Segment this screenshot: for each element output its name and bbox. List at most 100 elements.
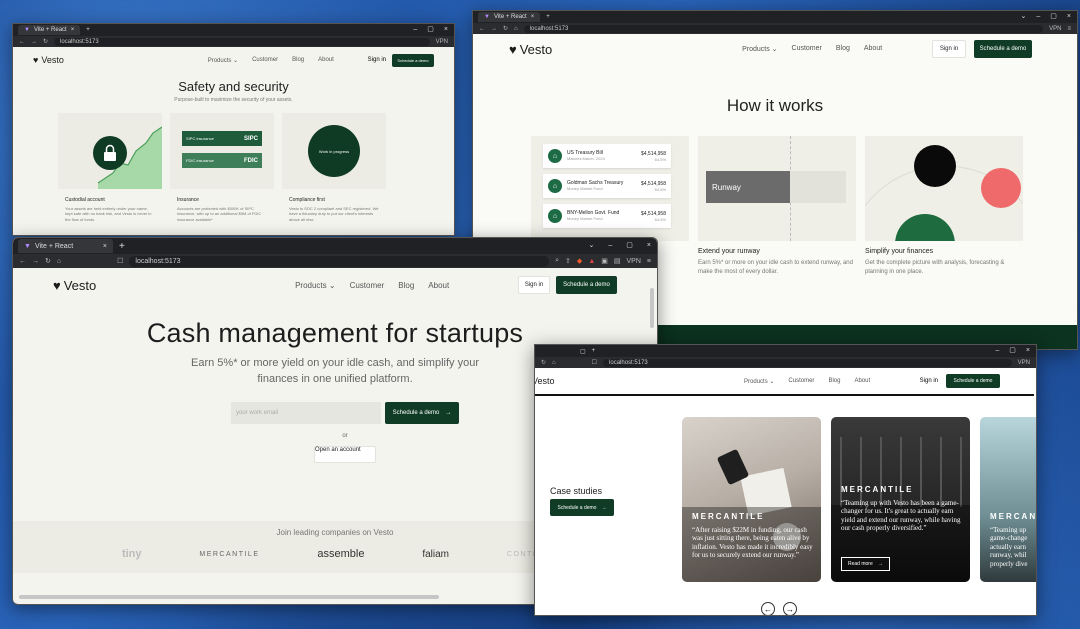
reload-icon[interactable]: ↻ (43, 38, 48, 45)
browser-tab[interactable]: ▼ Vite + React × (18, 239, 113, 253)
email-input[interactable]: your work email (231, 401, 381, 424)
nav-products-label: Products (742, 46, 770, 53)
close-window-icon[interactable]: × (1067, 11, 1071, 23)
nav-about[interactable]: About (854, 378, 870, 385)
nav-products[interactable]: Products ⌄ (742, 45, 777, 53)
browser-tab[interactable]: ▼ Vite + React × (478, 12, 541, 22)
nav-blog[interactable]: Blog (828, 378, 840, 385)
nav-blog[interactable]: Blog (836, 45, 850, 53)
home-icon[interactable]: ⌂ (57, 258, 61, 265)
open-account-button[interactable]: Open an account (314, 445, 376, 463)
maximize-icon[interactable]: ▢ (1050, 11, 1057, 23)
horizontal-scrollbar[interactable] (19, 595, 439, 599)
minimize-icon[interactable]: – (995, 345, 999, 357)
alert-icon[interactable]: ▲ (588, 258, 595, 265)
nav-customer[interactable]: Customer (350, 281, 385, 290)
home-icon[interactable]: ⌂ (552, 360, 556, 366)
tab-bar: ▢ + – ▢ × (535, 345, 1036, 357)
url-field[interactable]: localhost:5173 (603, 358, 1012, 367)
case-card[interactable]: MERCANTILE “Teaming up with Vesto has be… (831, 417, 970, 582)
schedule-demo-button[interactable]: Schedule a demo (974, 40, 1032, 58)
forward-icon[interactable]: → (491, 26, 497, 32)
bookmark-icon[interactable]: ☐ (117, 257, 123, 265)
zoom-icon[interactable]: ⌕ (555, 257, 559, 265)
schedule-demo-button[interactable]: Schedule a demo (392, 53, 434, 67)
sign-in-button[interactable]: Sign in (518, 276, 550, 294)
vpn-badge[interactable]: VPN (1018, 360, 1030, 366)
url-field[interactable]: localhost:5173 (54, 37, 430, 46)
url-field[interactable]: localhost:5173 (129, 255, 550, 267)
nav-blog[interactable]: Blog (292, 57, 304, 64)
case-card[interactable]: MERCANTILE “After raising $22M in fundin… (682, 417, 821, 582)
url-field[interactable]: localhost:5173 (523, 24, 1044, 33)
new-tab-icon[interactable]: + (86, 27, 90, 33)
chevron-down-icon[interactable]: ⌄ (589, 238, 595, 254)
maximize-icon[interactable]: ▢ (1009, 345, 1016, 357)
nav-customer[interactable]: Customer (792, 45, 822, 53)
close-window-icon[interactable]: × (444, 24, 448, 36)
reload-icon[interactable]: ↻ (503, 25, 508, 32)
read-more-button[interactable]: Read more → (841, 557, 890, 571)
minimize-icon[interactable]: – (608, 238, 612, 254)
wallet-icon[interactable]: ▤ (614, 257, 621, 265)
reload-icon[interactable]: ↻ (541, 359, 546, 366)
nav-about[interactable]: About (864, 45, 882, 53)
sign-in-button[interactable]: Sign in (932, 40, 966, 58)
nav-products[interactable]: Products ⌄ (295, 281, 336, 290)
nav-about[interactable]: About (318, 57, 334, 64)
nav-customer[interactable]: Customer (788, 378, 814, 385)
chevron-down-icon[interactable]: ⌄ (1021, 11, 1027, 23)
schedule-demo-button[interactable]: Schedule a demo (556, 276, 617, 294)
forward-icon[interactable]: → (32, 258, 39, 265)
maximize-icon[interactable]: ▢ (427, 24, 434, 36)
carousel-controls: ← → (761, 602, 797, 615)
browser-tab[interactable]: ▼ Vite + React × (18, 25, 81, 35)
vpn-badge[interactable]: VPN (627, 258, 641, 265)
nav-customer[interactable]: Customer (252, 57, 278, 64)
vpn-badge[interactable]: VPN (1049, 26, 1061, 32)
close-tab-icon[interactable]: × (71, 27, 75, 33)
vesto-logo[interactable]: ♥ Vesto (53, 278, 96, 293)
brave-shield-icon[interactable]: ◆ (577, 257, 582, 265)
share-icon[interactable]: ⇪ (565, 257, 571, 265)
close-window-icon[interactable]: × (1026, 345, 1030, 357)
vpn-badge[interactable]: VPN (436, 39, 448, 45)
close-tab-icon[interactable]: × (531, 14, 535, 20)
close-window-icon[interactable]: × (647, 238, 651, 254)
menu-icon[interactable]: ≡ (1067, 26, 1071, 32)
new-tab-icon[interactable]: + (119, 241, 125, 252)
menu-icon[interactable]: ≡ (647, 258, 651, 265)
nav-blog[interactable]: Blog (398, 281, 414, 290)
close-tab-icon[interactable]: × (103, 243, 107, 250)
fdic-logo: FDIC (244, 157, 258, 164)
vesto-logo[interactable]: ♥ Vesto (509, 42, 552, 57)
next-arrow-icon[interactable]: → (783, 602, 797, 615)
case-demo-button[interactable]: Schedule a demo → (550, 499, 614, 516)
back-icon[interactable]: ← (19, 258, 26, 265)
new-tab-icon[interactable]: + (546, 14, 550, 20)
nav-products[interactable]: Products ⌄ (744, 378, 774, 385)
nav-products[interactable]: Products ⌄ (208, 57, 238, 64)
maximize-icon[interactable]: ▢ (626, 238, 633, 254)
vesto-logo[interactable]: Vesto (535, 376, 555, 386)
back-icon[interactable]: ← (479, 26, 485, 32)
new-tab-icon[interactable]: + (592, 348, 596, 354)
back-icon[interactable]: ← (19, 39, 25, 45)
minimize-icon[interactable]: – (413, 24, 417, 36)
reload-icon[interactable]: ↻ (45, 257, 51, 265)
nav-about[interactable]: About (428, 281, 449, 290)
extensions-icon[interactable]: ▣ (601, 257, 608, 265)
schedule-demo-button[interactable]: Schedule a demo (946, 374, 1000, 388)
home-icon[interactable]: ⌂ (514, 26, 518, 32)
sign-in-button[interactable]: Sign in (920, 378, 938, 384)
minimize-icon[interactable]: – (1036, 11, 1040, 23)
bookmark-icon[interactable]: ☐ (592, 359, 597, 366)
forward-icon[interactable]: → (31, 39, 37, 45)
prev-arrow-icon[interactable]: ← (761, 602, 775, 615)
sign-in-button[interactable]: Sign in (368, 57, 386, 63)
hero-demo-button[interactable]: Schedule a demo → (385, 401, 459, 424)
vertical-scrollbar[interactable] (650, 288, 654, 328)
case-card[interactable]: MERCAN “Teaming up game-change actually … (980, 417, 1036, 582)
vesto-logo[interactable]: ♥ Vesto (33, 55, 64, 65)
brand-name: Vesto (519, 41, 553, 57)
